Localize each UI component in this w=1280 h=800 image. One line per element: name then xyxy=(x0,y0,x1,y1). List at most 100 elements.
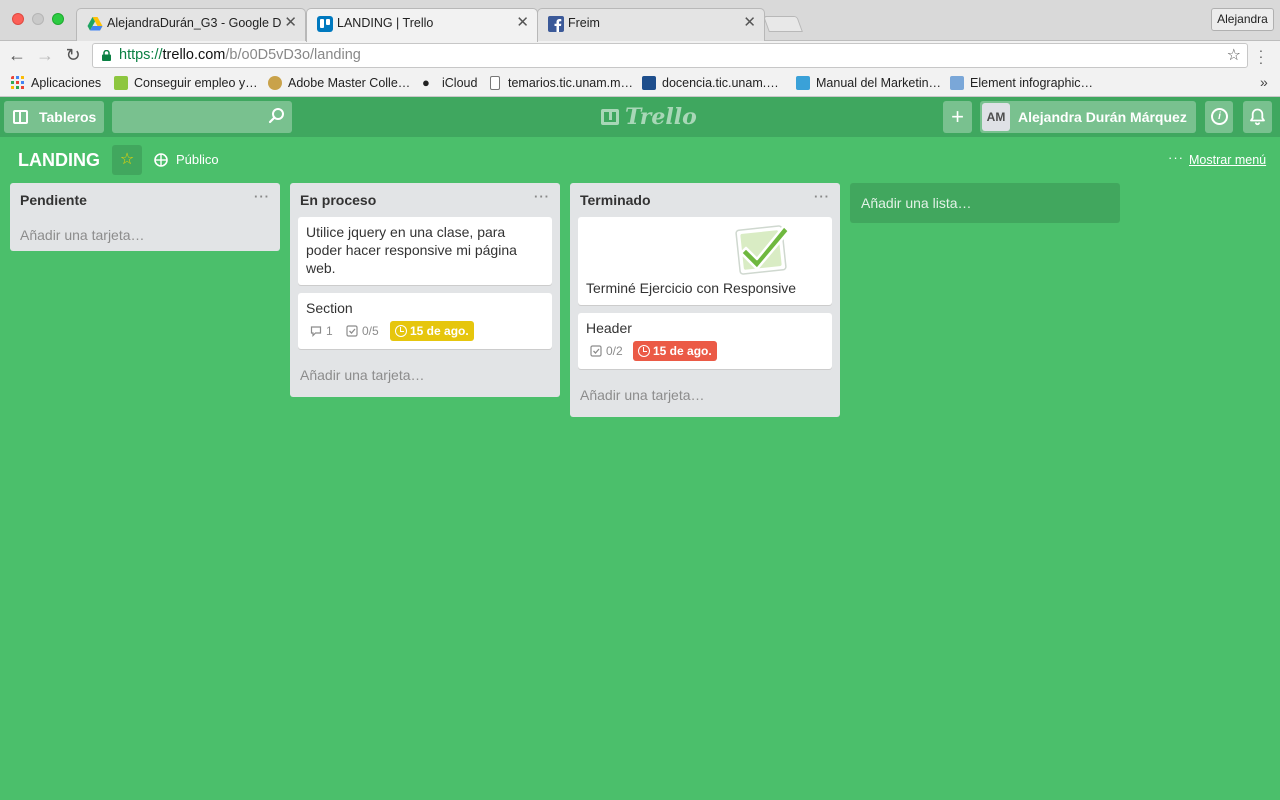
more-icon[interactable]: ··· xyxy=(1168,151,1184,165)
address-bar[interactable]: https://trello.com/b/o0D5vD3o/landing ☆ xyxy=(92,43,1248,68)
info-button[interactable]: i xyxy=(1205,101,1233,133)
reload-icon[interactable]: ↻ xyxy=(62,44,84,66)
list-header[interactable]: En proceso ··· xyxy=(290,183,560,217)
card-jquery[interactable]: Utilice jquery en una clase, para poder … xyxy=(298,217,552,285)
url-path: /b/o0D5vD3o/landing xyxy=(225,47,361,63)
more-bookmarks-icon[interactable]: » xyxy=(1260,74,1268,90)
card-cover xyxy=(586,219,824,279)
tab-strip: AlejandraDurán_G3 - Google D ✕ LANDING |… xyxy=(0,0,1280,42)
card-section[interactable]: Section 1 0/5 15 de ago. xyxy=(298,293,552,349)
due-date-badge: 15 de ago. xyxy=(633,341,717,361)
close-window-button[interactable] xyxy=(12,13,24,25)
bookmark-label: docencia.tic.unam.… xyxy=(662,76,779,90)
comments-badge: 1 xyxy=(310,322,333,340)
add-button[interactable]: + xyxy=(943,101,972,133)
profile-button[interactable]: Alejandra xyxy=(1211,8,1274,31)
apple-icon: ● xyxy=(422,75,430,90)
trello-logo[interactable]: Trello xyxy=(601,103,697,131)
bookmark-conseguir-empleo[interactable]: Conseguir empleo y… xyxy=(114,75,258,91)
bookmark-manual-marketing[interactable]: Manual del Marketin… xyxy=(796,75,941,91)
boards-label: Tableros xyxy=(39,109,97,125)
add-card-link[interactable]: Añadir una tarjeta… xyxy=(290,357,560,397)
add-list-button[interactable]: Añadir una lista… xyxy=(850,183,1120,223)
bookmark-site-icon xyxy=(114,76,128,90)
browser-tab-google-drive[interactable]: AlejandraDurán_G3 - Google D ✕ xyxy=(76,8,306,41)
card-responsive[interactable]: Terminé Ejercicio con Responsive xyxy=(578,217,832,305)
card-title: Header xyxy=(586,320,632,336)
avatar: AM xyxy=(982,103,1010,131)
back-arrow-icon[interactable]: ← xyxy=(6,44,28,66)
board-title[interactable]: LANDING xyxy=(18,148,100,172)
card-title: Utilice jquery en una clase, para poder … xyxy=(306,224,517,276)
bookmark-element-infographic[interactable]: Element infographic… xyxy=(950,75,1093,91)
facebook-icon xyxy=(548,16,564,32)
show-menu-link[interactable]: Mostrar menú xyxy=(1189,152,1266,168)
bookmark-docencia[interactable]: docencia.tic.unam.… xyxy=(642,75,779,91)
bookmark-site-icon xyxy=(642,76,656,90)
browser-tab-facebook[interactable]: Freim ✕ xyxy=(537,8,765,41)
list-header[interactable]: Terminado ··· xyxy=(570,183,840,217)
globe-icon xyxy=(154,153,168,167)
page-icon xyxy=(490,76,500,90)
bell-icon xyxy=(1250,108,1265,126)
tab-title: AlejandraDurán_G3 - Google D xyxy=(107,16,282,30)
bookmark-adobe[interactable]: Adobe Master Colle… xyxy=(268,75,410,91)
trello-header: Tableros Trello + AM Alejandra Durán Már… xyxy=(0,97,1280,137)
lock-icon xyxy=(102,50,111,61)
bookmark-icloud[interactable]: ● iCloud xyxy=(422,75,477,91)
checklist-icon xyxy=(590,345,602,357)
list-menu-icon[interactable]: ··· xyxy=(814,189,830,204)
google-drive-icon xyxy=(87,17,103,31)
list-terminado: Terminado ··· Terminé Ejercicio con Resp… xyxy=(570,183,840,417)
url-host: trello.com xyxy=(162,47,226,63)
list-header[interactable]: Pendiente ··· xyxy=(10,183,280,217)
boards-icon xyxy=(13,110,28,124)
bookmark-label: temarios.tic.unam.m… xyxy=(508,76,634,90)
search-input[interactable] xyxy=(112,101,292,133)
checklist-icon xyxy=(346,325,358,337)
minimize-window-button[interactable] xyxy=(32,13,44,25)
bookmark-aplicaciones[interactable]: Aplicaciones xyxy=(11,75,101,91)
bookmarks-bar: Aplicaciones Conseguir empleo y… Adobe M… xyxy=(0,70,1280,97)
checklist-badge: 0/2 xyxy=(590,342,623,360)
close-icon[interactable]: ✕ xyxy=(284,9,297,37)
card-title: Section xyxy=(306,300,353,316)
browser-menu-icon[interactable]: · · · xyxy=(1256,43,1266,69)
clock-icon xyxy=(395,325,407,337)
bookmark-label: Adobe Master Colle… xyxy=(288,76,411,90)
info-icon: i xyxy=(1211,108,1228,125)
due-date-text: 15 de ago. xyxy=(653,344,712,358)
close-icon[interactable]: ✕ xyxy=(743,9,756,37)
bookmark-site-icon xyxy=(796,76,810,90)
due-date-badge: 15 de ago. xyxy=(390,321,474,341)
add-card-link[interactable]: Añadir una tarjeta… xyxy=(10,217,280,251)
list-title: Terminado xyxy=(580,192,651,208)
close-icon[interactable]: ✕ xyxy=(516,9,529,37)
bookmark-temarios[interactable]: temarios.tic.unam.m… xyxy=(488,75,633,91)
card-badges: 1 0/5 15 de ago. xyxy=(306,321,544,341)
card-header[interactable]: Header 0/2 15 de ago. xyxy=(578,313,832,369)
bookmark-star-icon[interactable]: ☆ xyxy=(1227,44,1241,67)
bookmark-site-icon xyxy=(268,76,282,90)
card-title: Terminé Ejercicio con Responsive xyxy=(586,280,797,296)
checkmark-sticker-icon xyxy=(735,224,791,275)
member-menu-button[interactable]: AM Alejandra Durán Márquez xyxy=(980,101,1196,133)
maximize-window-button[interactable] xyxy=(52,13,64,25)
star-icon[interactable]: ☆ xyxy=(112,145,142,175)
browser-tab-trello[interactable]: LANDING | Trello ✕ xyxy=(306,8,538,42)
bookmark-label: Aplicaciones xyxy=(31,76,102,90)
add-card-link[interactable]: Añadir una tarjeta… xyxy=(570,377,840,417)
notifications-button[interactable] xyxy=(1243,101,1272,133)
list-menu-icon[interactable]: ··· xyxy=(254,189,270,204)
list-pendiente: Pendiente ··· Añadir una tarjeta… xyxy=(10,183,280,251)
bookmark-label: Manual del Marketin… xyxy=(816,76,942,90)
boards-button[interactable]: Tableros xyxy=(4,101,104,133)
forward-arrow-icon[interactable]: → xyxy=(34,44,56,66)
list-menu-icon[interactable]: ··· xyxy=(534,189,550,204)
due-date-text: 15 de ago. xyxy=(410,324,469,338)
trello-logo-icon xyxy=(601,109,619,125)
visibility-button[interactable]: Público xyxy=(154,151,219,169)
clock-icon xyxy=(638,345,650,357)
search-icon[interactable] xyxy=(268,107,286,125)
new-tab-button[interactable] xyxy=(763,16,803,32)
